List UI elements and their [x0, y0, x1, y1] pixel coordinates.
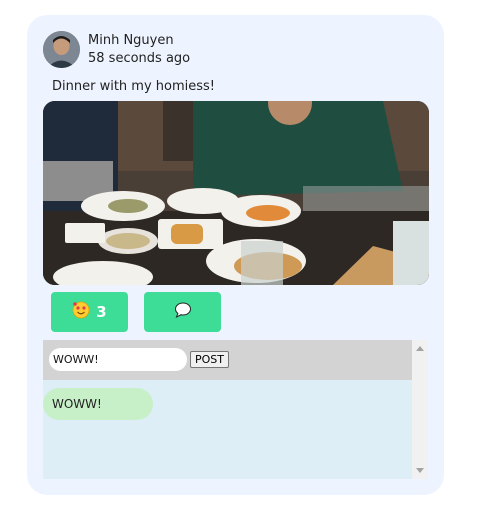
comment-input[interactable] — [49, 348, 187, 371]
avatar[interactable] — [43, 31, 80, 68]
post-comment-button[interactable]: POST — [190, 351, 229, 368]
comment-button[interactable] — [144, 292, 221, 332]
scroll-up-arrow-icon[interactable] — [416, 346, 424, 351]
author-name[interactable]: Minh Nguyen — [88, 33, 174, 48]
smiling-face-with-hearts-icon — [72, 301, 90, 323]
avatar-photo — [43, 31, 80, 68]
like-button[interactable]: 3 — [51, 292, 128, 332]
speech-bubble-icon — [174, 301, 192, 323]
scroll-down-arrow-icon[interactable] — [416, 468, 424, 473]
post-timestamp: 58 seconds ago — [88, 51, 191, 66]
comments-panel[interactable]: POST WOWW! — [43, 340, 428, 479]
dinner-photo — [43, 101, 429, 285]
comments-scrollbar[interactable] — [412, 340, 428, 479]
comment-compose-bar: POST — [43, 340, 412, 380]
post-caption: Dinner with my homiess! — [52, 79, 216, 94]
comment-bubble: WOWW! — [43, 388, 153, 420]
post-photo — [43, 101, 429, 285]
like-count: 3 — [96, 303, 107, 321]
